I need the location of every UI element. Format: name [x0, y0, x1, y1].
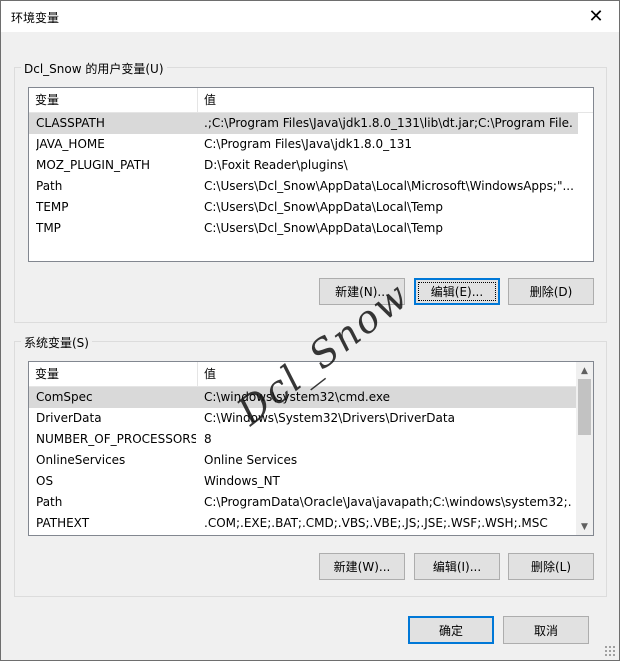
dialog-title: 环境变量 [11, 11, 60, 25]
system-list-scrollbar[interactable]: ▲ ▼ [576, 362, 593, 535]
user-variables-list[interactable]: 变量 值 CLASSPATH .;C:\Program Files\Java\jd… [28, 87, 594, 262]
variable-value-cell: C:\windows\system32\cmd.exe [204, 390, 390, 404]
variable-value-cell: Online Services [204, 453, 298, 467]
variable-value-cell: C:\Users\Dcl_Snow\AppData\Local\Temp [204, 221, 443, 235]
system-edit-button[interactable]: 编辑(I)... [414, 553, 500, 580]
variable-name-cell: ComSpec [36, 390, 93, 404]
resize-grip-icon[interactable] [604, 645, 616, 657]
system-edit-button-label: 编辑(I)... [432, 560, 482, 574]
user-new-button[interactable]: 新建(N)... [319, 278, 405, 305]
cancel-button-label: 取消 [533, 623, 558, 638]
user-new-button-label: 新建(N)... [335, 285, 389, 299]
variable-name-cell: DriverData [36, 411, 102, 425]
variable-value-cell: Windows_NT [204, 474, 280, 488]
ok-button-label: 确定 [438, 623, 463, 638]
table-row[interactable]: Path C:\Users\Dcl_Snow\AppData\Local\Micr… [29, 176, 578, 197]
variable-name-cell: TEMP [36, 200, 69, 214]
scroll-thumb[interactable] [578, 379, 591, 435]
table-row[interactable]: OS Windows_NT [29, 471, 576, 492]
variable-name-cell: Path [36, 495, 63, 509]
column-header-value[interactable]: 值 [198, 88, 216, 113]
variable-name-cell: Path [36, 179, 63, 193]
variable-value-cell: C:\ProgramData\Oracle\Java\javapath;C:\w… [204, 495, 571, 509]
variable-value-cell: C:\Users\Dcl_Snow\AppData\Local\Temp [204, 200, 443, 214]
variable-name-cell: JAVA_HOME [36, 137, 105, 151]
user-delete-button-label: 删除(D) [529, 285, 573, 299]
table-row[interactable]: NUMBER_OF_PROCESSORS 8 [29, 429, 576, 450]
system-variables-label: 系统变量(S) [21, 334, 92, 351]
variable-value-cell: D:\Foxit Reader\plugins\ [204, 158, 348, 172]
variable-value-cell: C:\Users\Dcl_Snow\AppData\Local\Microsof… [204, 179, 573, 193]
table-row[interactable]: Path C:\ProgramData\Oracle\Java\javapath;… [29, 492, 576, 513]
title-bar: 环境变量 ✕ [1, 1, 619, 32]
system-delete-button-label: 删除(L) [530, 560, 572, 574]
system-new-button-label: 新建(W)... [333, 560, 391, 574]
system-list-header: 变量 值 [29, 362, 576, 387]
focus-indicator [418, 282, 496, 301]
variable-value-cell: .COM;.EXE;.BAT;.CMD;.VBS;.VBE;.JS;.JSE;.… [204, 516, 548, 530]
environment-variables-dialog: 环境变量 ✕ Dcl_Snow 的用户变量(U) 变量 值 CLASSPATH.… [0, 0, 620, 661]
table-row[interactable]: DriverData C:\Windows\System32\Drivers\Dr… [29, 408, 576, 429]
table-row[interactable]: OnlineServices Online Services [29, 450, 576, 471]
user-list-header: 变量 值 [29, 88, 593, 113]
variable-value-cell: C:\Program Files\Java\jdk1.8.0_131 [204, 137, 413, 151]
close-button[interactable]: ✕ [573, 1, 619, 32]
table-row[interactable]: PATHEXT .COM;.EXE;.BAT;.CMD;.VBS;.VBE;.JS… [29, 513, 576, 534]
variable-name-cell: NUMBER_OF_PROCESSORS [36, 432, 196, 446]
variable-name-cell: OS [36, 474, 54, 488]
user-edit-button[interactable]: 编辑(E)... [414, 278, 500, 305]
variable-name-cell: CLASSPATH [36, 116, 105, 130]
user-variables-label: Dcl_Snow 的用户变量(U) [21, 60, 167, 77]
column-header-value[interactable]: 值 [198, 362, 216, 387]
variable-name-cell: MOZ_PLUGIN_PATH [36, 158, 151, 172]
variable-name-cell: TMP [36, 221, 61, 235]
column-header-variable[interactable]: 变量 [29, 88, 59, 113]
ok-button[interactable]: 确定 [408, 616, 494, 644]
variable-name-cell: PATHEXT [36, 516, 90, 530]
close-icon: ✕ [588, 6, 604, 27]
system-new-button[interactable]: 新建(W)... [319, 553, 405, 580]
system-variables-list[interactable]: 变量 值 ComSpec C:\windows\system32\cmd.exe D… [28, 361, 594, 536]
variable-value-cell: .;C:\Program Files\Java\jdk1.8.0_131\lib… [204, 116, 573, 130]
table-row[interactable]: TEMP C:\Users\Dcl_Snow\AppData\Local\Temp [29, 197, 578, 218]
system-delete-button[interactable]: 删除(L) [508, 553, 594, 580]
variable-value-cell: 8 [204, 432, 212, 446]
table-row[interactable]: JAVA_HOME C:\Program Files\Java\jdk1.8.0_… [29, 134, 578, 155]
table-row[interactable]: ComSpec C:\windows\system32\cmd.exe [29, 387, 576, 408]
column-header-variable[interactable]: 变量 [29, 362, 59, 387]
table-row[interactable]: CLASSPATH .;C:\Program Files\Java\jdk1.8.… [29, 113, 578, 134]
table-row[interactable]: TMP C:\Users\Dcl_Snow\AppData\Local\Temp [29, 218, 578, 239]
scroll-down-icon[interactable]: ▼ [576, 518, 593, 535]
variable-name-cell: OnlineServices [36, 453, 126, 467]
cancel-button[interactable]: 取消 [503, 616, 589, 644]
scroll-up-icon[interactable]: ▲ [576, 362, 593, 379]
user-delete-button[interactable]: 删除(D) [508, 278, 594, 305]
table-row[interactable]: MOZ_PLUGIN_PATH D:\Foxit Reader\plugins\ [29, 155, 578, 176]
variable-value-cell: C:\Windows\System32\Drivers\DriverData [204, 411, 455, 425]
